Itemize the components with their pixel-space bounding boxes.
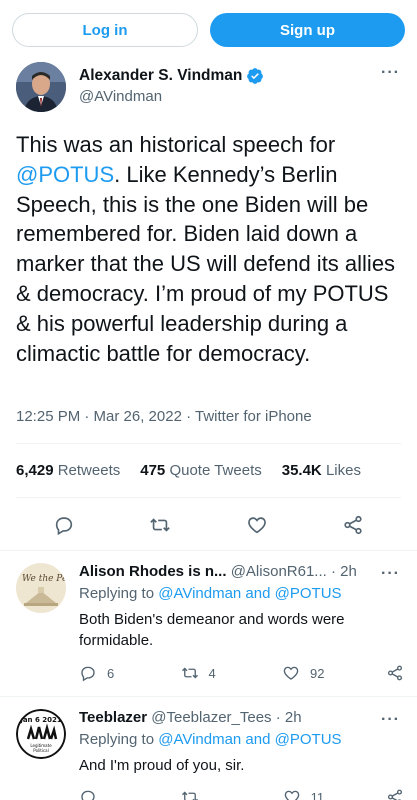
divider [0,550,417,551]
like-heart-icon [284,790,299,800]
share-action[interactable] [386,788,404,800]
login-button[interactable]: Log in [12,13,198,47]
verified-badge-icon [247,68,264,84]
divider [0,696,417,697]
share-icon [387,665,403,681]
reply-author-handle[interactable]: @Teeblazer_Tees [151,709,271,726]
svg-text:Jan 6 2021: Jan 6 2021 [19,716,62,724]
avatar[interactable]: We the People [16,563,66,613]
tweet-actions [16,508,401,542]
signup-button[interactable]: Sign up [210,13,405,47]
quotes-count: 475 [140,462,166,479]
retweet-action[interactable] [181,788,221,800]
tweet-timestamp[interactable]: 12:25 PM · Mar 26, 2022 · Twitter for iP… [16,408,312,425]
reply-text: And I'm proud of you, sir. [79,757,245,774]
reply-tweet[interactable]: Jan 6 2021 Legitimate Political Teeblaze… [0,709,417,800]
retweets-count: 6,429 [16,462,54,479]
avatar[interactable]: Jan 6 2021 Legitimate Political [16,709,66,759]
reply-actions: 11 [79,785,404,800]
reply-time[interactable]: · 2h [331,563,357,580]
top-bar: Log in Sign up [0,0,417,58]
reply-text: Both Biden's demeanor and words were for… [79,611,345,649]
retweet-icon[interactable] [149,514,171,536]
replying-to: Replying to @AVindman and @POTUS [79,731,342,748]
retweet-icon [181,791,198,800]
replying-to-prefix: Replying to [79,585,159,602]
likes-count: 35.4K [281,462,322,479]
like-count: 92 [310,665,325,681]
reply-count: 6 [107,665,115,681]
reply-author-name[interactable]: Teeblazer [79,709,147,726]
tweet-mention-link[interactable]: @POTUS [16,162,114,187]
retweets-stat[interactable]: 6,429 Retweets [16,462,120,479]
retweet-count: 4 [208,665,216,681]
like-action[interactable]: 92 [282,664,324,682]
like-action[interactable]: 11 [283,788,325,800]
tweet-text-part2: . Like Kennedy’s Berlin Speech, this is … [16,161,396,366]
replying-to-users[interactable]: @AVindman and @POTUS [158,585,341,602]
retweets-label: Retweets [57,462,121,479]
replying-to: Replying to @AVindman and @POTUS [79,585,342,602]
replying-to-prefix: Replying to [79,731,159,748]
like-heart-icon[interactable] [246,514,268,536]
author-name-row: Alexander S. Vindman [79,67,264,85]
reply-tweet[interactable]: We the People Alison Rhodes is n... @Ali… [0,563,417,695]
quotes-label: Quote Tweets [169,462,262,479]
avatar-image [16,62,66,112]
reply-time[interactable]: · 2h [276,709,302,726]
author-handle[interactable]: @AVindman [79,88,162,105]
reply-author-handle[interactable]: @AlisonR61... [231,563,327,580]
svg-text:Political: Political [33,748,48,753]
share-icon[interactable] [342,514,364,536]
retweet-icon [181,667,198,679]
likes-stat[interactable]: 35.4K Likes [282,462,361,479]
quote-tweets-stat[interactable]: 475 Quote Tweets [140,462,261,479]
reply-action[interactable] [79,788,119,800]
more-options-icon[interactable]: ··· [381,711,400,729]
reply-icon [81,790,95,800]
tweet-text: This was an historical speech for @POTUS… [16,130,401,368]
tweet-author: Alexander S. Vindman @AVindman [16,62,406,116]
divider [16,497,401,498]
more-options-icon[interactable]: ··· [381,64,400,82]
more-options-icon[interactable]: ··· [381,565,400,583]
tweet-stats: 6,429 Retweets 475 Quote Tweets 35.4K Li… [16,462,361,479]
svg-text:We the People: We the People [22,574,66,584]
reply-action[interactable]: 6 [79,664,119,682]
avatar[interactable] [16,62,66,112]
like-heart-icon [283,666,299,680]
reply-header: Teeblazer @Teeblazer_Tees · 2h [79,709,379,726]
avatar-image: Jan 6 2021 Legitimate Political [16,709,66,759]
like-count: 11 [310,789,325,800]
replying-to-users[interactable]: @AVindman and @POTUS [158,731,341,748]
reply-actions: 6 4 92 [79,661,404,685]
reply-author-name[interactable]: Alison Rhodes is n... [79,563,227,580]
avatar-image: We the People [16,563,66,613]
tweet-text-part1: This was an historical speech for [16,132,336,157]
likes-label: Likes [325,462,361,479]
retweet-action[interactable]: 4 [181,664,221,682]
share-action[interactable] [386,664,404,682]
reply-icon [81,666,95,682]
author-name[interactable]: Alexander S. Vindman [79,67,242,85]
reply-icon[interactable] [53,514,75,536]
share-icon [387,789,403,800]
divider [16,443,401,444]
reply-header: Alison Rhodes is n... @AlisonR61... · 2h [79,563,379,580]
